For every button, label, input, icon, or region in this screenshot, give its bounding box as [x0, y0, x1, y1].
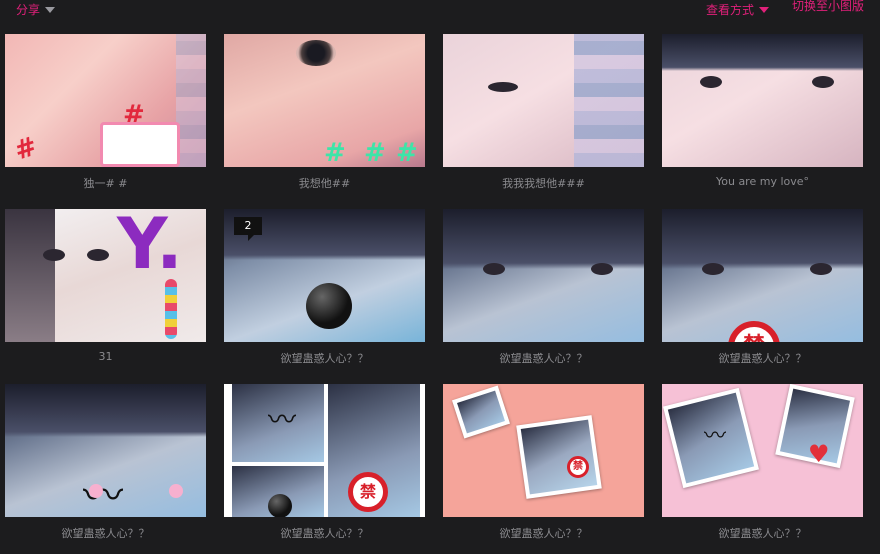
- photo-item[interactable]: # # 独一# #: [5, 34, 206, 191]
- photo-thumbnail[interactable]: [443, 209, 644, 342]
- photo-thumbnail[interactable]: Y.: [5, 209, 206, 342]
- photo-caption: 欲望蛊惑人心？？: [499, 352, 588, 365]
- mustache-sticker: 〰: [268, 403, 297, 436]
- photo-item[interactable]: 禁 欲望蛊惑人心？？: [662, 209, 863, 366]
- photo-caption: 欲望蛊惑人心？？: [718, 527, 807, 540]
- photo-thumbnail[interactable]: # #: [5, 34, 206, 167]
- photo-item[interactable]: 禁 欲望蛊惑人心？？: [443, 384, 644, 541]
- switch-small-view-link[interactable]: 切换至小图版: [792, 0, 864, 14]
- photo-caption: 独一# #: [83, 177, 128, 190]
- photo-thumbnail[interactable]: 禁: [443, 384, 644, 517]
- photo-thumbnail[interactable]: 禁: [662, 209, 863, 342]
- photo-item[interactable]: 欲望蛊惑人心？？: [443, 209, 644, 366]
- forbidden-sticker: 禁: [567, 456, 589, 478]
- photo-thumbnail[interactable]: 〰 禁: [224, 384, 425, 517]
- share-button[interactable]: 分享: [16, 1, 56, 18]
- photo-caption: 欲望蛊惑人心？？: [61, 527, 150, 540]
- photo-caption: 31: [98, 350, 113, 363]
- photo-caption: 欲望蛊惑人心？？: [280, 352, 369, 365]
- comment-count-badge: 2: [234, 217, 262, 241]
- photo-item[interactable]: 〰 禁 欲望蛊惑人心？？: [224, 384, 425, 541]
- photo-thumbnail[interactable]: [443, 34, 644, 167]
- chevron-down-icon: [45, 6, 56, 13]
- chevron-down-icon: [759, 6, 770, 13]
- view-mode-dropdown[interactable]: 查看方式: [706, 1, 770, 18]
- share-label: 分享: [16, 3, 41, 17]
- photo-caption: 欲望蛊惑人心？？: [499, 527, 588, 540]
- photo-item[interactable]: # # # 我想他##: [224, 34, 425, 191]
- photo-caption: 我想他##: [298, 177, 351, 190]
- photo-item[interactable]: 〰 欲望蛊惑人心？？: [5, 384, 206, 541]
- photo-caption: 欲望蛊惑人心？？: [718, 352, 807, 365]
- mustache-sticker: 〰: [83, 473, 123, 517]
- heart-sticker: ♥: [808, 440, 830, 468]
- photo-thumbnail[interactable]: # # #: [224, 34, 425, 167]
- photo-item[interactable]: You are my love°: [662, 34, 863, 188]
- photo-thumbnail[interactable]: [662, 34, 863, 167]
- photo-thumbnail[interactable]: 2: [224, 209, 425, 342]
- forbidden-sticker: 禁: [348, 472, 388, 512]
- photo-thumbnail[interactable]: 〰 ♥: [662, 384, 863, 517]
- photo-item[interactable]: Y. 31: [5, 209, 206, 363]
- photo-thumbnail[interactable]: 〰: [5, 384, 206, 517]
- photo-caption: 我我我想他###: [502, 177, 585, 190]
- photo-caption: 欲望蛊惑人心？？: [280, 527, 369, 540]
- photo-item[interactable]: 我我我想他###: [443, 34, 644, 191]
- view-mode-label: 查看方式: [706, 3, 755, 17]
- photo-item[interactable]: 〰 ♥ 欲望蛊惑人心？？: [662, 384, 863, 541]
- photo-caption: You are my love°: [715, 175, 810, 188]
- top-toolbar: 分享 查看方式 切换至小图版: [0, 0, 880, 18]
- photo-item[interactable]: 2 欲望蛊惑人心？？: [224, 209, 425, 366]
- mustache-sticker: 〰: [704, 424, 727, 449]
